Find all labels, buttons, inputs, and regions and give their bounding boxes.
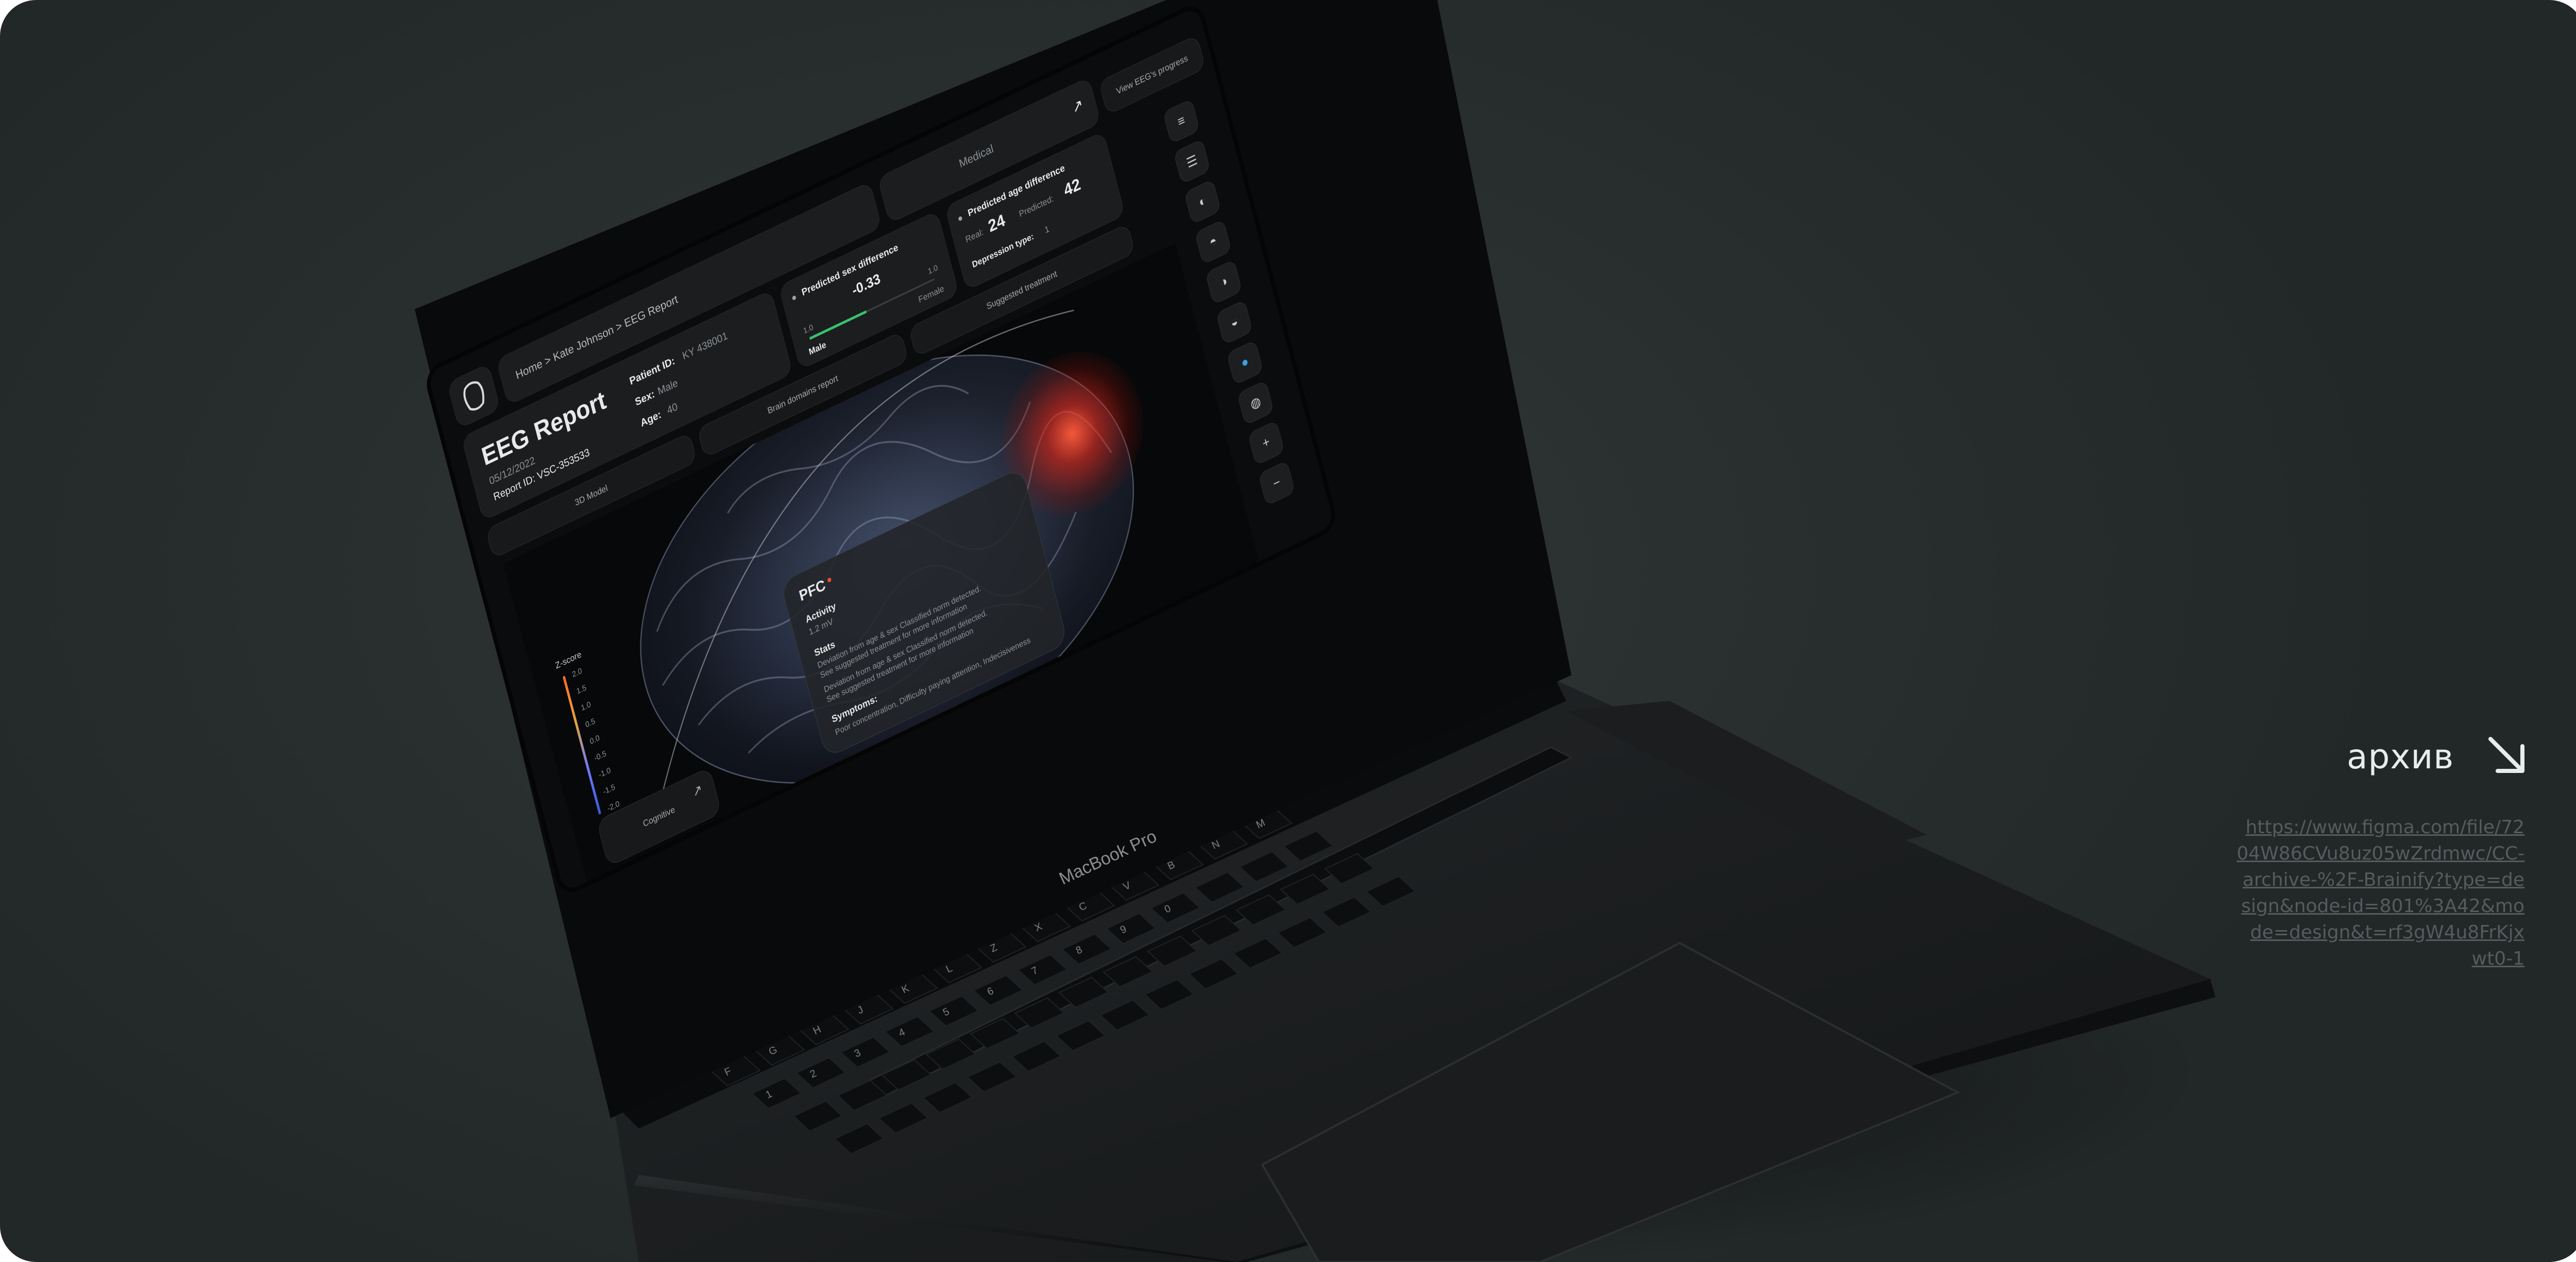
- keyboard-key-label: D: [1213, 795, 1225, 808]
- sex-diff-right: Female: [917, 283, 945, 305]
- sex-value: Male: [656, 377, 680, 398]
- brain-view-front-icon[interactable]: ◐: [1184, 179, 1222, 225]
- brain-view-bottom-icon[interactable]: ◍: [1237, 380, 1275, 426]
- keyboard-key[interactable]: [1283, 830, 1334, 862]
- age-label: Age:: [639, 408, 663, 430]
- keyboard-key[interactable]: [1159, 762, 1210, 794]
- zscore-tick: 1.0: [580, 699, 592, 713]
- keyboard-key-label: shift: [1083, 809, 1106, 827]
- laptop-shadow: [644, 876, 2190, 1262]
- keyboard-key[interactable]: [1023, 867, 1074, 899]
- pfc-title: PFC: [797, 576, 827, 605]
- keyboard-key[interactable]: [1197, 828, 1248, 860]
- brain-view-back-icon[interactable]: ◒: [1215, 299, 1253, 345]
- pfc-status-dot: ●: [825, 573, 834, 586]
- brainify-logo-icon: [463, 381, 485, 411]
- brain-view-active-icon[interactable]: ●: [1226, 340, 1264, 385]
- sex-diff-left: Male: [808, 340, 827, 358]
- keyboard-key[interactable]: [893, 886, 944, 918]
- age-pred-label: Predicted:: [1018, 194, 1055, 220]
- keyboard-key[interactable]: [1026, 824, 1077, 856]
- patient-id: KY 438001: [681, 329, 729, 362]
- sex-diff-value: -0.33: [850, 270, 882, 299]
- keyboard-key[interactable]: [1067, 847, 1118, 879]
- keyboard-key-label: command: [1128, 777, 1174, 806]
- info-icon: ●: [956, 211, 964, 225]
- zoom-out-icon[interactable]: −: [1258, 460, 1296, 506]
- zscore-tick: 0.0: [588, 733, 601, 746]
- sex-diff-scale-left: 1.0: [802, 322, 815, 335]
- zscore-tick: 0.5: [584, 716, 597, 730]
- layers-icon[interactable]: ☰: [1173, 139, 1211, 184]
- age-pred-value: 42: [1062, 175, 1083, 200]
- canvas: esc tab caps lock shift fn control option comma…: [0, 0, 2576, 1262]
- keyboard-key-label: B: [1166, 859, 1177, 872]
- figma-archive-link[interactable]: https://www.figma.com/file/7204W86CVu8uz…: [2236, 814, 2524, 972]
- keyboard-key[interactable]: [1112, 826, 1163, 858]
- keyboard-key-label: delete: [995, 846, 1025, 868]
- arrow-down-right-icon[interactable]: [2483, 732, 2530, 778]
- brain-view-side-icon[interactable]: ◑: [1205, 259, 1243, 305]
- logo-tile[interactable]: [447, 363, 501, 429]
- keyboard-key[interactable]: [1239, 851, 1290, 883]
- sex-diff-scale-right: 1.0: [927, 263, 939, 276]
- keyboard-key-label: control: [862, 906, 895, 930]
- age-real-value: 24: [986, 211, 1007, 237]
- keyboard-key[interactable]: [982, 845, 1033, 877]
- keyboard-key[interactable]: [1071, 803, 1122, 835]
- age-value: 40: [666, 400, 679, 417]
- zscore-tick: -0.5: [593, 749, 607, 763]
- view-progress-label: View EEG's progress: [1115, 53, 1189, 96]
- cognitive-label: Cognitive: [642, 804, 676, 829]
- age-real-label: Real:: [964, 227, 985, 245]
- keyboard-key[interactable]: [938, 865, 989, 897]
- keyboard-key[interactable]: [1156, 805, 1207, 837]
- arrow-up-right-icon: ↗: [690, 781, 704, 800]
- zscore-tick: -1.0: [598, 765, 612, 780]
- arrow-up-right-icon: ↗: [1070, 95, 1086, 117]
- sex-label: Sex:: [634, 388, 656, 409]
- keyboard-key-label: option: [1172, 764, 1202, 786]
- sex-diff-gauge-fill: [809, 310, 867, 340]
- keyboard-key-label: N: [1210, 838, 1222, 851]
- device-model-label: MacBook Pro: [1056, 826, 1160, 889]
- keyboard-key-label: return: [1039, 826, 1069, 848]
- keyboard-key-label: P: [1080, 857, 1091, 870]
- keyboard-key-label: S: [1169, 816, 1180, 829]
- brain-view-top-icon[interactable]: ◓: [1194, 219, 1232, 265]
- medical-tab-label: Medical: [957, 141, 995, 171]
- keyboard-key-label: A: [1125, 836, 1136, 850]
- keyboard-key[interactable]: [1153, 849, 1204, 881]
- keyboard-key-label: command: [951, 859, 996, 888]
- archive-label: архив: [2347, 737, 2454, 777]
- keyboard-key-label: option: [906, 887, 937, 910]
- keyboard-key-label: M: [1255, 817, 1267, 831]
- app-screen: Home > Kate Johnson > EEG Report Medical…: [422, 0, 1340, 899]
- zscore-tick: 1.5: [575, 683, 587, 696]
- zscore-tick: 2.0: [571, 666, 583, 679]
- info-icon: ●: [790, 291, 798, 304]
- zoom-in-icon[interactable]: +: [1247, 420, 1285, 466]
- speaker-grille-right: [1566, 701, 1927, 855]
- keyboard-key-label: O: [1036, 877, 1048, 891]
- keyboard-key[interactable]: [1200, 785, 1251, 817]
- tab-3d-model-label: 3D Model: [573, 483, 609, 508]
- menu-icon[interactable]: ≡: [1163, 98, 1200, 144]
- keyboard-key-label: esc: [640, 1016, 660, 1033]
- zscore-tick: -1.5: [602, 782, 616, 797]
- depression-value: 1: [1043, 224, 1050, 235]
- keyboard-key[interactable]: [1242, 807, 1293, 839]
- keyboard-key[interactable]: [1115, 783, 1166, 815]
